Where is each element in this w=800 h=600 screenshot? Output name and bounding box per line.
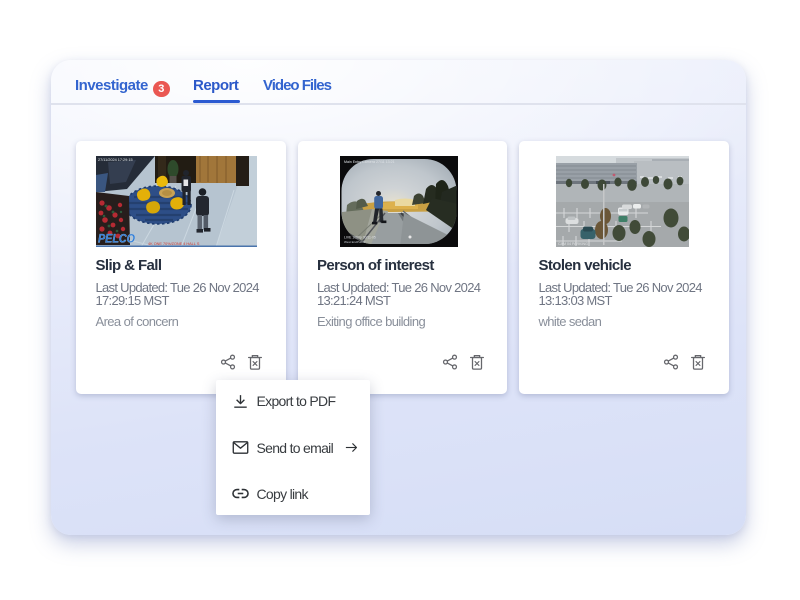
svg-text:LIVE 1080p 30/11-05: LIVE 1080p 30/11-05 (344, 236, 376, 240)
svg-text:Main Entry Camera 27/11 13:21: Main Entry Camera 27/11 13:21 (344, 160, 395, 164)
svg-text:PELCO: PELCO (98, 232, 136, 246)
svg-text:27/11/2024 17:29:15: 27/11/2024 17:29:15 (98, 158, 133, 162)
svg-text:CAM 04 PARKING: CAM 04 PARKING (558, 242, 588, 246)
svg-text:West EndPoint2: West EndPoint2 (344, 240, 366, 244)
svg-text:4K ONE 70%/ZONE 4 HALL S: 4K ONE 70%/ZONE 4 HALL S (148, 242, 200, 246)
